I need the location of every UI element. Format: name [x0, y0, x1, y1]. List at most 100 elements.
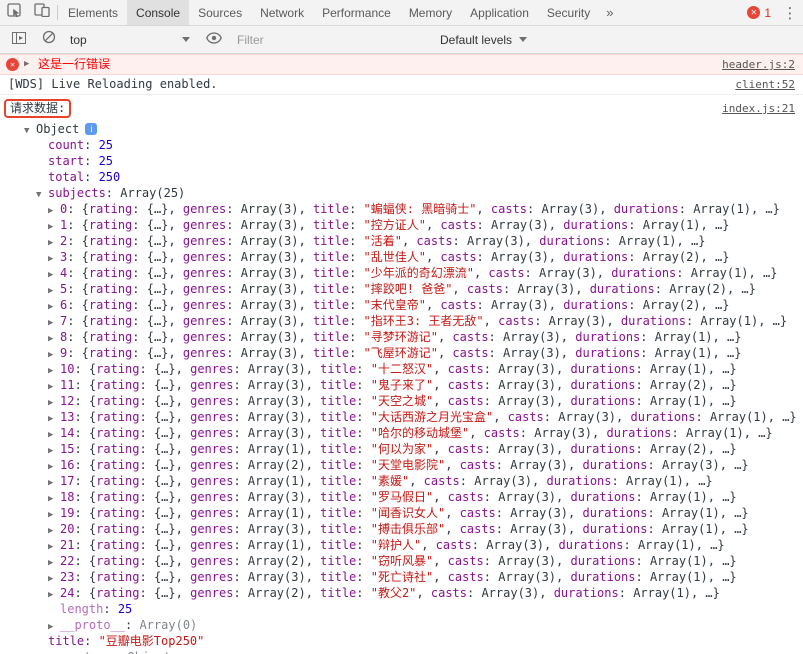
tab-sources[interactable]: Sources — [189, 0, 251, 25]
subject-item-row: ▶ 8: {rating: {…}, genres: Array(3), titl… — [0, 329, 803, 345]
inspect-element-button[interactable] — [0, 0, 28, 25]
console-message: ✕ ▶ 这是一行错误 header.js:2 — [0, 54, 803, 75]
tab-console[interactable]: Console — [127, 0, 190, 25]
disclosure-triangle-icon[interactable]: ▶ — [48, 523, 60, 537]
source-link[interactable]: header.js:2 — [722, 57, 795, 72]
devtools-window: Elements Console Sources Network Performance… — [0, 0, 803, 654]
subject-item-row: ▶ 10: {rating: {…}, genres: Array(3), tit… — [0, 361, 803, 377]
disclosure-triangle-icon[interactable]: ▶ — [48, 267, 60, 281]
toolbar-separator — [57, 5, 58, 20]
filter-input[interactable] — [237, 32, 427, 47]
disclosure-triangle-icon[interactable]: ▼ — [24, 123, 36, 137]
eye-icon — [206, 31, 222, 49]
disclosure-triangle-icon[interactable]: ▶ — [48, 619, 60, 633]
subject-item-row: ▶ 16: {rating: {…}, genres: Array(2), tit… — [0, 457, 803, 473]
disclosure-triangle-icon[interactable]: ▶ — [48, 203, 60, 217]
disclosure-triangle-icon[interactable]: ▶ — [48, 587, 60, 601]
info-icon: i — [85, 123, 98, 135]
disclosure-triangle-icon[interactable]: ▶ — [48, 555, 60, 569]
disclosure-triangle-icon[interactable]: ▶ — [48, 283, 60, 297]
subject-item-row: ▶ 20: {rating: {…}, genres: Array(3), tit… — [0, 521, 803, 537]
subject-item-row: ▶ 17: {rating: {…}, genres: Array(1), tit… — [0, 473, 803, 489]
tab-security[interactable]: Security — [538, 0, 599, 25]
property-row: total: 250 — [48, 170, 121, 184]
tab-application[interactable]: Application — [461, 0, 538, 25]
object-proto-row: ▶__proto__: Object — [0, 649, 803, 654]
devtools-menu-button[interactable]: ⋮ — [777, 4, 803, 22]
disclosure-triangle-icon[interactable]: ▶ — [48, 491, 60, 505]
subject-item-row: ▶ 19: {rating: {…}, genres: Array(1), tit… — [0, 505, 803, 521]
disclosure-triangle-icon[interactable]: ▶ — [48, 443, 60, 457]
source-link[interactable]: client:52 — [735, 77, 795, 92]
disclosure-triangle-icon[interactable]: ▶ — [48, 427, 60, 441]
subject-item-row: ▶ 6: {rating: {…}, genres: Array(3), titl… — [0, 297, 803, 313]
log-levels-selector[interactable]: Default levels — [430, 26, 537, 53]
subject-item-row: ▶ 24: {rating: {…}, genres: Array(2), tit… — [0, 585, 803, 601]
disclosure-triangle-icon[interactable]: ▶ — [48, 459, 60, 473]
error-badge[interactable]: ✕ 1 — [741, 6, 777, 20]
device-toolbar-icon — [34, 3, 50, 22]
tab-memory[interactable]: Memory — [400, 0, 461, 25]
console-message: 请求数据: index.js:21 — [0, 95, 803, 121]
console-message: [WDS] Live Reloading enabled. client:52 — [0, 75, 803, 95]
disclosure-triangle-icon[interactable]: ▶ — [48, 363, 60, 377]
disclosure-triangle-icon[interactable]: ▶ — [48, 539, 60, 553]
log-text: [WDS] Live Reloading enabled. — [8, 77, 218, 91]
disclosure-triangle-icon[interactable]: ▼ — [36, 187, 48, 201]
array-length-row: length: 25 — [60, 602, 133, 616]
property-row: count: 25 — [48, 138, 114, 152]
inspect-cursor-icon — [6, 2, 22, 23]
disclosure-triangle-icon[interactable]: ▶ — [48, 507, 60, 521]
subject-item-row: ▶ 3: {rating: {…}, genres: Array(3), titl… — [0, 249, 803, 265]
disclosure-triangle-icon[interactable]: ▶ — [48, 571, 60, 585]
live-expression-button[interactable] — [199, 26, 229, 53]
more-tabs-button[interactable]: » — [599, 0, 620, 25]
disclosure-triangle-icon[interactable]: ▶ — [48, 331, 60, 345]
title-property-row: title: "豆瓣电影Top250" — [48, 634, 205, 648]
property-row: start: 25 — [48, 154, 114, 168]
disclosure-triangle-icon[interactable]: ▶ — [48, 347, 60, 361]
execution-context-selector[interactable]: top — [64, 26, 196, 53]
array-proto-row: ▶ __proto__: Array(0) — [0, 617, 803, 633]
execution-context-label: top — [70, 32, 87, 47]
subjects-array-row: ▼ subjects: Array(25) — [0, 185, 803, 201]
panel-tabs: Elements Console Sources Network Performance… — [59, 0, 599, 25]
subject-item-row: ▶ 15: {rating: {…}, genres: Array(1), tit… — [0, 441, 803, 457]
subject-item-row: ▶ 9: {rating: {…}, genres: Array(3), titl… — [0, 345, 803, 361]
source-link[interactable]: index.js:21 — [722, 101, 795, 116]
chevron-down-icon — [182, 37, 190, 42]
subject-item-row: ▶ 0: {rating: {…}, genres: Array(3), titl… — [0, 201, 803, 217]
annotated-text: 请求数据: — [4, 99, 72, 118]
subject-item-row: ▶ 14: {rating: {…}, genres: Array(3), tit… — [0, 425, 803, 441]
subject-item-row: ▶ 21: {rating: {…}, genres: Array(1), tit… — [0, 537, 803, 553]
subject-item-row: ▶ 13: {rating: {…}, genres: Array(3), tit… — [0, 409, 803, 425]
tab-elements[interactable]: Elements — [59, 0, 127, 25]
main-toolbar: Elements Console Sources Network Performance… — [0, 0, 803, 26]
log-text: 这是一行错误 — [38, 57, 111, 71]
disclosure-triangle-icon[interactable]: ▶ — [48, 235, 60, 249]
console-sidebar-button[interactable] — [4, 26, 34, 53]
disclosure-triangle-icon[interactable]: ▶ — [48, 379, 60, 393]
error-count: 1 — [764, 5, 771, 20]
console-toolbar: top Default levels — [0, 26, 803, 54]
subject-item-row: ▶ 11: {rating: {…}, genres: Array(3), tit… — [0, 377, 803, 393]
clear-console-button[interactable] — [34, 26, 64, 53]
log-levels-label: Default levels — [440, 32, 513, 47]
device-toolbar-button[interactable] — [28, 0, 56, 25]
disclosure-triangle-icon[interactable]: ▶ — [48, 411, 60, 425]
chevron-down-icon — [519, 37, 528, 42]
disclosure-triangle-icon[interactable]: ▶ — [48, 315, 60, 329]
subject-item-row: ▶ 7: {rating: {…}, genres: Array(3), titl… — [0, 313, 803, 329]
disclosure-triangle-icon[interactable]: ▶ — [48, 251, 60, 265]
disclosure-triangle-icon[interactable]: ▶ — [48, 475, 60, 489]
tab-performance[interactable]: Performance — [313, 0, 400, 25]
sidebar-panel-icon — [12, 31, 26, 49]
tab-network[interactable]: Network — [251, 0, 313, 25]
disclosure-triangle-icon[interactable]: ▶ — [48, 395, 60, 409]
message-text: 请求数据: — [4, 99, 712, 118]
disclosure-triangle-icon[interactable]: ▶ — [24, 57, 36, 72]
disclosure-triangle-icon[interactable]: ▶ — [48, 219, 60, 233]
subject-item-row: ▶ 4: {rating: {…}, genres: Array(3), titl… — [0, 265, 803, 281]
message-text: [WDS] Live Reloading enabled. — [6, 77, 725, 92]
disclosure-triangle-icon[interactable]: ▶ — [48, 299, 60, 313]
